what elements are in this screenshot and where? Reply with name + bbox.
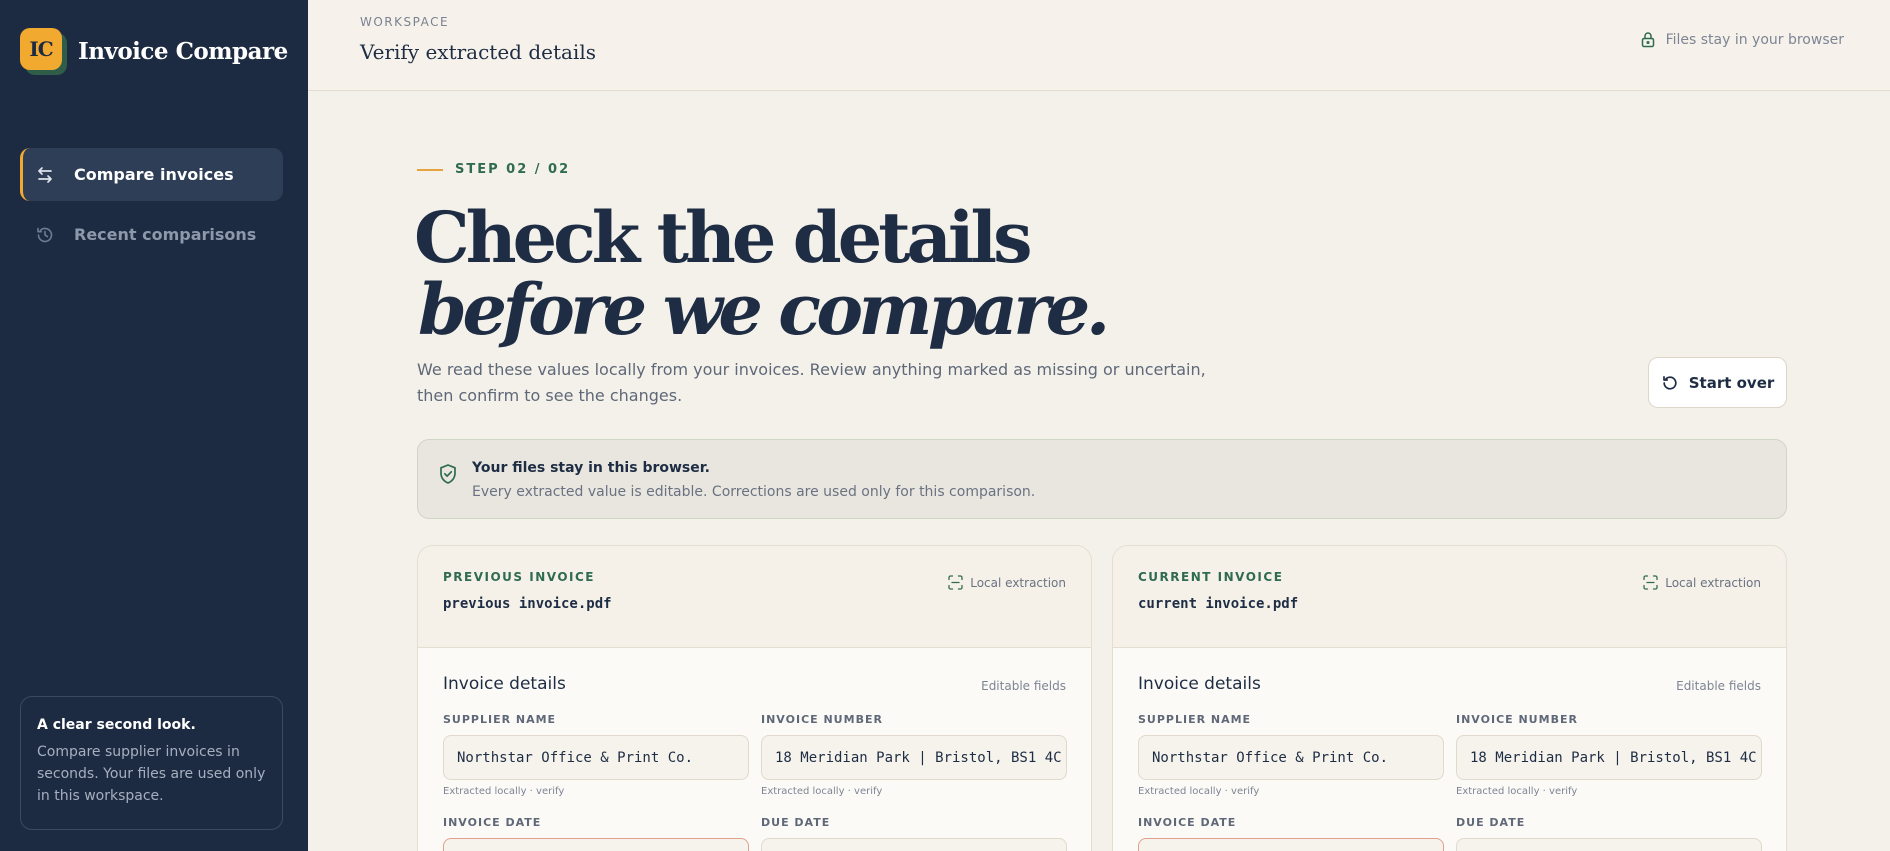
card-kicker: PREVIOUS INVOICE (443, 570, 596, 584)
sidebar-item-label: Compare invoices (74, 165, 234, 184)
workspace-kicker: WORKSPACE (360, 15, 450, 29)
supplier-name-hint: Extracted locally · verify (443, 786, 565, 797)
hero-heading-line1: Check the details (414, 196, 1033, 279)
local-extraction-badge: Local extraction (948, 575, 1066, 590)
invoice-number-label: INVOICE NUMBER (761, 713, 883, 726)
banner-title: Your files stay in this browser. (472, 460, 710, 476)
lock-icon (1641, 32, 1654, 48)
due-date-input[interactable] (761, 838, 1067, 851)
invoice-number-hint: Extracted locally · verify (1456, 786, 1578, 797)
supplier-name-label: SUPPLIER NAME (1138, 713, 1252, 726)
step-text: STEP 02 / 02 (455, 162, 571, 177)
step-divider (417, 168, 443, 171)
sidebar-info-card: A clear second look. Compare supplier in… (20, 696, 283, 830)
card-header: PREVIOUS INVOICE previous invoice.pdf Lo… (418, 546, 1091, 648)
section-note: Editable fields (1676, 679, 1761, 693)
due-date-input[interactable] (1456, 838, 1762, 851)
invoice-date-label: INVOICE DATE (443, 816, 542, 829)
sidebar-item-recent-comparisons[interactable]: Recent comparisons (20, 208, 283, 261)
current-invoice-card: CURRENT INVOICE current invoice.pdf Loca… (1112, 545, 1787, 851)
privacy-note: Files stay in your browser (1640, 31, 1844, 48)
invoice-number-input[interactable]: 18 Meridian Park | Bristol, BS1 4C (1456, 735, 1762, 780)
supplier-name-hint: Extracted locally · verify (1138, 786, 1260, 797)
app-logo-text: IC (20, 28, 62, 70)
start-over-label: Start over (1688, 373, 1775, 392)
history-icon (34, 224, 56, 246)
card-kicker: CURRENT INVOICE (1138, 570, 1284, 584)
invoice-number-input[interactable]: 18 Meridian Park | Bristol, BS1 4C (761, 735, 1067, 780)
restart-icon (1662, 375, 1677, 390)
arrows-swap-icon (34, 164, 56, 186)
invoice-date-label: INVOICE DATE (1138, 816, 1237, 829)
invoice-number-label: INVOICE NUMBER (1456, 713, 1578, 726)
scan-icon (948, 575, 963, 590)
shield-check-icon (440, 464, 456, 484)
brand[interactable]: IC Invoice Compare (20, 28, 288, 75)
section-title: Invoice details (1138, 674, 1261, 694)
invoice-number-hint: Extracted locally · verify (761, 786, 883, 797)
badge-label: Local extraction (1665, 575, 1761, 590)
banner-text: Every extracted value is editable. Corre… (472, 484, 1036, 500)
file-name: current invoice.pdf (1138, 596, 1299, 612)
due-date-label: DUE DATE (761, 816, 831, 829)
supplier-name-input[interactable]: Northstar Office & Print Co. (1138, 735, 1444, 780)
sidebar-item-label: Recent comparisons (74, 225, 257, 244)
sidebar-card-text: Compare supplier invoices in seconds. Yo… (37, 744, 266, 804)
invoice-date-input[interactable] (443, 838, 749, 851)
hero-description: We read these values locally from your i… (417, 360, 1206, 405)
hero-heading-line2: before we compare. (418, 268, 1110, 351)
sidebar-item-compare-invoices[interactable]: Compare invoices (20, 148, 283, 201)
step-indicator: STEP 02 / 02 (417, 162, 570, 177)
previous-invoice-card: PREVIOUS INVOICE previous invoice.pdf Lo… (417, 545, 1092, 851)
scan-icon (1643, 575, 1658, 590)
file-name: previous invoice.pdf (443, 596, 612, 612)
invoice-date-input[interactable] (1138, 838, 1444, 851)
supplier-name-label: SUPPLIER NAME (443, 713, 557, 726)
page-title: Verify extracted details (360, 40, 596, 64)
app-name: Invoice Compare (78, 37, 288, 65)
app-logo: IC (20, 28, 67, 75)
due-date-label: DUE DATE (1456, 816, 1526, 829)
local-extraction-badge: Local extraction (1643, 575, 1761, 590)
card-header: CURRENT INVOICE current invoice.pdf Loca… (1113, 546, 1786, 648)
sidebar: IC Invoice Compare Compare invoices Rece… (0, 0, 308, 851)
section-title: Invoice details (443, 674, 566, 694)
badge-label: Local extraction (970, 575, 1066, 590)
privacy-banner: Your files stay in this browser. Every e… (417, 439, 1787, 519)
sidebar-card-title: A clear second look. (37, 717, 196, 733)
start-over-button[interactable]: Start over (1648, 357, 1787, 408)
top-bar: WORKSPACE Verify extracted details Files… (308, 0, 1890, 91)
section-note: Editable fields (981, 679, 1066, 693)
privacy-note-text: Files stay in your browser (1665, 31, 1844, 48)
supplier-name-input[interactable]: Northstar Office & Print Co. (443, 735, 749, 780)
